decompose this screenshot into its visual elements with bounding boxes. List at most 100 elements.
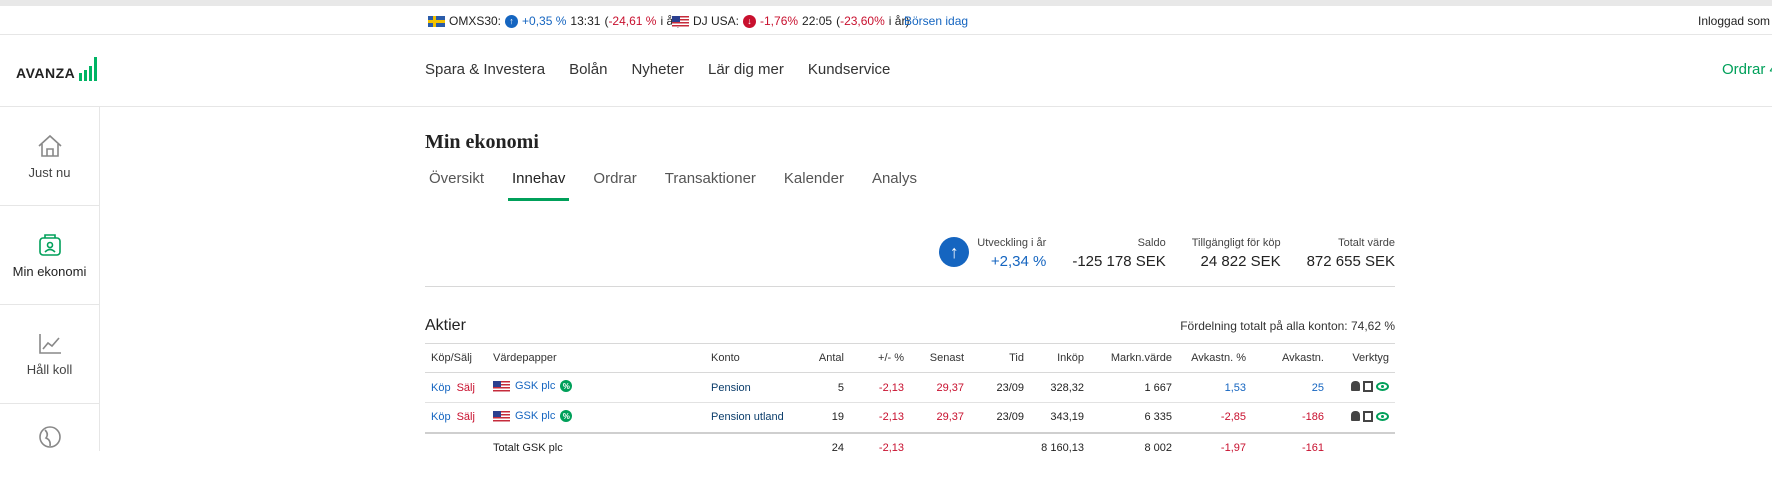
notes-icon[interactable] bbox=[1363, 380, 1373, 392]
account-link[interactable]: Pension bbox=[705, 372, 805, 403]
summary-value: 24 822 SEK bbox=[1200, 253, 1281, 270]
col-header[interactable]: Avkastn. % bbox=[1178, 344, 1252, 373]
time-cell: 23/09 bbox=[970, 372, 1030, 403]
summary-label: Saldo bbox=[1137, 237, 1166, 249]
col-header[interactable]: +/- % bbox=[850, 344, 910, 373]
usa-flag-icon bbox=[672, 15, 689, 27]
ticker-ytd: -24,61 % bbox=[608, 14, 657, 28]
table-row: Köp Sälj GSK plc % Pension 5 -2,13 29,37 … bbox=[425, 372, 1395, 403]
tab-bar: Översikt Innehav Ordrar Transaktioner Ka… bbox=[427, 170, 943, 201]
empty-cell bbox=[1330, 431, 1395, 463]
omxs30-ticker[interactable]: OMXS30: ↑ +0,35 % 13:31 (-24,61 % i år) bbox=[428, 14, 681, 28]
main-nav: Spara & Investera Bolån Nyheter Lär dig … bbox=[425, 61, 890, 78]
nav-kundservice[interactable]: Kundservice bbox=[808, 61, 891, 78]
summary-total: Totalt värde 872 655 SEK bbox=[1307, 237, 1395, 270]
sweden-flag-icon bbox=[428, 15, 445, 27]
total-market-value: 8 002 bbox=[1090, 431, 1178, 463]
logo-text: AVANZA bbox=[16, 65, 76, 81]
buy-price-cell: 328,32 bbox=[1030, 372, 1090, 403]
sidebar-item-label: Min ekonomi bbox=[12, 263, 87, 279]
tab-kalender[interactable]: Kalender bbox=[782, 170, 846, 201]
dividend-badge-icon: % bbox=[560, 410, 573, 422]
return-cell: -186 bbox=[1252, 402, 1330, 433]
col-header: Verktyg bbox=[1352, 352, 1389, 364]
djusa-ticker[interactable]: DJ USA: ↓ -1,76% 22:05 (-23,60% i år) bbox=[672, 14, 909, 28]
sidebar-item-hall-koll[interactable]: Håll koll bbox=[0, 305, 99, 404]
col-header[interactable]: Konto bbox=[705, 344, 805, 373]
buy-sell-cell: Köp Sälj bbox=[425, 372, 487, 403]
sidebar-item-just-nu[interactable]: Just nu bbox=[0, 107, 99, 206]
market-ticker-bar: OMXS30: ↑ +0,35 % 13:31 (-24,61 % i år) … bbox=[0, 0, 1772, 35]
eye-icon[interactable] bbox=[1376, 381, 1389, 391]
col-header[interactable]: Värdepapper bbox=[487, 344, 705, 373]
sidebar-item-min-ekonomi[interactable]: Min ekonomi bbox=[0, 206, 99, 305]
dividend-badge-icon: % bbox=[560, 380, 573, 393]
tab-innehav[interactable]: Innehav bbox=[508, 170, 570, 201]
market-value-cell: 6 335 bbox=[1090, 402, 1178, 433]
sell-link[interactable]: Sälj bbox=[457, 382, 475, 394]
account-link[interactable]: Pension utland bbox=[705, 402, 805, 433]
buy-sell-cell: Köp Sälj bbox=[425, 402, 487, 433]
security-link[interactable]: GSK plc bbox=[515, 380, 555, 392]
col-header: Köp/Sälj bbox=[431, 352, 472, 364]
table-header-row: Köp/Sälj Värdepapper Konto Antal +/- % S… bbox=[425, 343, 1395, 373]
total-return-pct: -1,97 bbox=[1178, 431, 1252, 463]
avanza-logo[interactable]: AVANZA bbox=[16, 57, 98, 81]
security-link[interactable]: GSK plc bbox=[515, 410, 555, 422]
last-cell: 29,37 bbox=[910, 402, 970, 433]
summary-value: +2,34 % bbox=[990, 253, 1047, 270]
col-header[interactable]: Markn.värde bbox=[1090, 344, 1178, 373]
sidebar-item-label: Håll koll bbox=[26, 361, 73, 377]
summary-label: Utveckling i år bbox=[977, 237, 1047, 249]
nav-lar-dig-mer[interactable]: Lär dig mer bbox=[708, 61, 784, 78]
buy-link[interactable]: Köp bbox=[431, 382, 451, 394]
sidebar: Just nu Min ekonomi Håll koll bbox=[0, 107, 100, 451]
col-header[interactable]: Inköp bbox=[1030, 344, 1090, 373]
sidebar-item-more[interactable] bbox=[0, 404, 99, 503]
ticker-name: OMXS30: bbox=[449, 14, 502, 28]
summary-label: Tillgängligt för köp bbox=[1191, 237, 1281, 249]
tab-analys[interactable]: Analys bbox=[870, 170, 919, 201]
nav-bolan[interactable]: Bolån bbox=[569, 61, 607, 78]
tools-cell bbox=[1330, 402, 1395, 433]
borsen-idag-link[interactable]: Börsen idag bbox=[904, 14, 968, 28]
eye-icon[interactable] bbox=[1376, 411, 1389, 421]
buy-link[interactable]: Köp bbox=[431, 411, 451, 423]
notes-icon[interactable] bbox=[1363, 410, 1373, 422]
summary-value: 872 655 SEK bbox=[1306, 253, 1395, 270]
orders-link[interactable]: Ordrar 4 bbox=[1722, 61, 1772, 78]
section-title: Aktier bbox=[425, 317, 466, 334]
table-total-row: Totalt GSK plc 24 -2,13 8 160,13 8 002 -… bbox=[425, 431, 1395, 463]
total-buy: 8 160,13 bbox=[1030, 431, 1090, 463]
col-header[interactable]: Avkastn. bbox=[1252, 344, 1330, 373]
return-pct-cell: 1,53 bbox=[1178, 372, 1252, 403]
sell-link[interactable]: Sälj bbox=[457, 411, 475, 423]
nav-nyheter[interactable]: Nyheter bbox=[631, 61, 684, 78]
tab-ordrar[interactable]: Ordrar bbox=[591, 170, 638, 201]
col-header[interactable]: Tid bbox=[970, 344, 1030, 373]
col-header[interactable]: Antal bbox=[805, 344, 850, 373]
table-row: Köp Sälj GSK plc % Pension utland 19 -2,1… bbox=[425, 402, 1395, 433]
security-cell: GSK plc % bbox=[487, 372, 705, 403]
tab-transaktioner[interactable]: Transaktioner bbox=[663, 170, 758, 201]
usa-flag-icon bbox=[493, 410, 510, 422]
summary-available: Tillgängligt för köp 24 822 SEK bbox=[1192, 237, 1281, 270]
ticker-change: +0,35 % bbox=[522, 14, 567, 28]
arrow-down-icon: ↓ bbox=[743, 14, 757, 28]
market-value-cell: 1 667 bbox=[1090, 372, 1178, 403]
nav-spara-investera[interactable]: Spara & Investera bbox=[425, 61, 545, 78]
col-header[interactable]: Senast bbox=[910, 344, 970, 373]
sidebar-item-label: Just nu bbox=[28, 164, 71, 180]
change-cell: -2,13 bbox=[850, 402, 910, 433]
buy-price-cell: 343,19 bbox=[1030, 402, 1090, 433]
chart-icon bbox=[38, 333, 61, 354]
ticker-time: 13:31 bbox=[570, 14, 601, 28]
change-cell: -2,13 bbox=[850, 372, 910, 403]
bell-icon[interactable] bbox=[1351, 411, 1360, 421]
logo-bars-icon bbox=[79, 57, 98, 81]
logged-in-label[interactable]: Inloggad som bbox=[1698, 14, 1770, 28]
holdings-table: Köp/Sälj Värdepapper Konto Antal +/- % S… bbox=[425, 343, 1395, 463]
arrow-up-icon: ↑ bbox=[505, 14, 519, 28]
bell-icon[interactable] bbox=[1351, 381, 1360, 392]
tab-oversikt[interactable]: Översikt bbox=[427, 170, 486, 201]
